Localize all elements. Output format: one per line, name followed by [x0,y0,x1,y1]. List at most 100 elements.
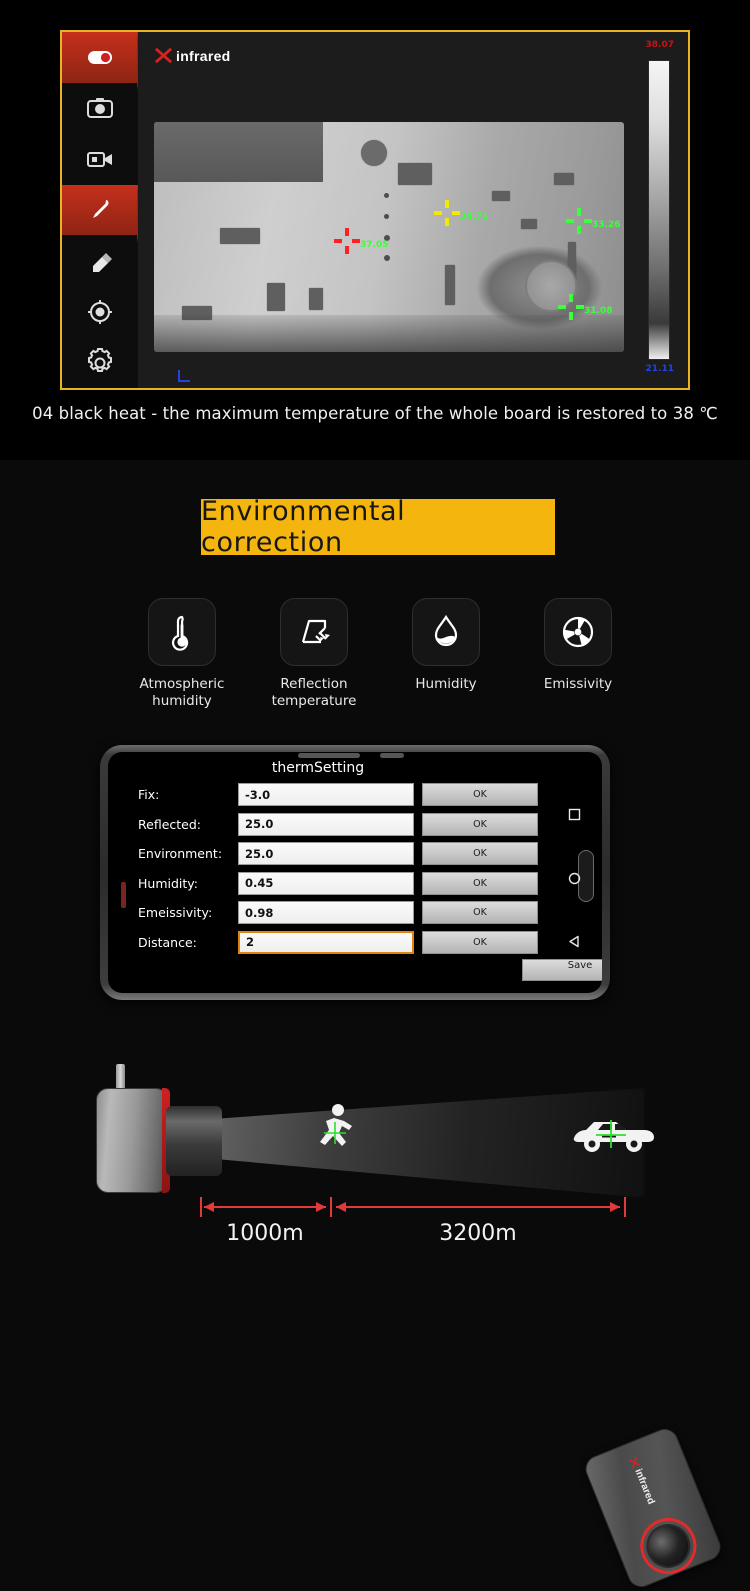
car-icon [568,1108,658,1158]
scale-max-value: 38.07 [645,40,674,50]
distance-arrow-1 [204,1202,326,1212]
fix-input[interactable]: -3.0 [238,783,414,807]
app-logo: infrared [154,46,231,65]
setting-label: Distance: [138,934,197,950]
environment-input[interactable]: 25.0 [238,842,414,866]
thermal-image-viewport[interactable]: infrared 37.05 34.71 33.26 31.08 38.07 2… [138,32,688,388]
feature-icon-box [148,598,216,666]
camera-module-logo-text: infrared [632,1467,657,1506]
sidebar-item-power-toggle[interactable] [62,32,142,90]
marker-value: 31.08 [584,306,613,316]
temperature-marker[interactable]: 37.05 [334,228,388,254]
temperature-marker[interactable]: 33.26 [566,208,620,234]
camera-module-body: infrared [581,1424,725,1591]
temperature-marker[interactable]: 34.71 [434,200,488,226]
distance-label-2: 3200m [439,1221,517,1246]
setting-label: Fix: [138,787,160,803]
feature-label: Humidity [415,676,476,693]
feature-label: Atmospheric humidity [140,676,225,710]
thermometer-icon [162,612,202,652]
thermal-caption: 04 black heat - the maximum temperature … [32,404,718,423]
feature-icon-box [412,598,480,666]
emissivity-input[interactable]: 0.98 [238,901,414,925]
feature-label: Emissivity [544,676,612,693]
feature-label-line1: Humidity [415,676,477,692]
feature-atmospheric-humidity[interactable]: Atmospheric humidity [120,598,244,718]
smartphone: thermSetting Fix: -3.0 OK Reflected: 25.… [100,745,610,1000]
thermometer-probe-icon [85,195,115,225]
feature-icon-box [544,598,612,666]
min-temp-corner-marker [178,370,190,382]
square-icon[interactable] [568,808,581,821]
temperature-scale-bar [648,60,670,360]
fix-ok-button[interactable]: OK [422,783,538,807]
setting-row-distance: Distance: 2 OK [138,928,538,958]
distance-arrow-2 [336,1202,620,1212]
camera-module-logo: infrared [627,1455,656,1506]
scale-min-value: 21.11 [645,364,674,374]
environment-ok-button[interactable]: OK [422,842,538,866]
save-button[interactable]: Save [522,959,602,981]
setting-label: Emeissivity: [138,905,213,921]
circle-icon[interactable] [568,872,581,885]
marker-value: 33.26 [592,220,621,230]
feature-humidity[interactable]: Humidity [384,598,508,718]
thermal-board-image [154,122,624,352]
phone-speaker [298,753,360,758]
setting-row-emissivity: Emeissivity: 0.98 OK [138,898,538,928]
phone-screen[interactable]: thermSetting Fix: -3.0 OK Reflected: 25.… [108,752,602,993]
target-palette-icon [85,297,115,327]
detection-distance-diagram: 1000m 3200m [0,1020,750,1275]
sidebar-item-settings[interactable] [62,337,138,388]
reflected-ok-button[interactable]: OK [422,812,538,836]
triangle-back-icon[interactable] [568,935,581,948]
water-drop-icon [426,612,466,652]
feature-reflection-temperature[interactable]: Reflection temperature [252,598,376,718]
sidebar-item-palette[interactable] [62,286,138,337]
marker-value: 37.05 [360,240,389,250]
marker-value: 34.71 [460,212,489,222]
dialog-title: thermSetting [271,760,365,776]
scale-tick-start [200,1197,202,1217]
running-person-icon [310,1100,364,1160]
settings-form: Fix: -3.0 OK Reflected: 25.0 OK Environm… [138,780,538,957]
emissivity-ok-button[interactable]: OK [422,901,538,925]
x-logo-icon [154,46,173,65]
reflected-input[interactable]: 25.0 [238,812,414,836]
sidebar-item-video[interactable] [62,134,138,185]
sidebar-item-erase[interactable] [62,235,138,286]
setting-row-reflected: Reflected: 25.0 OK [138,810,538,840]
phone-sensor [380,753,404,758]
distance-input[interactable]: 2 [238,930,414,954]
distance-label-1: 1000m [226,1221,304,1246]
feature-label-line2: humidity [152,692,212,709]
feature-label-line2: temperature [271,692,357,709]
app-logo-text: infrared [176,47,231,64]
thermal-camera-module: infrared [581,1424,725,1591]
temperature-marker[interactable]: 31.08 [558,294,612,320]
radiation-icon [558,612,598,652]
eraser-icon [85,246,115,276]
feature-label-line1: Reflection [280,676,348,692]
setting-row-humidity: Humidity: 0.45 OK [138,869,538,899]
feature-label-line1: Emissivity [543,676,613,692]
scale-tick-mid [330,1197,332,1217]
phone-demo-section: infrared thermSetting Fix: -3.0 OK Refle… [0,725,750,1591]
distance-scale: 1000m 3200m [0,1195,750,1275]
humidity-ok-button[interactable]: OK [422,871,538,895]
sidebar-item-photo[interactable] [62,83,138,134]
banner-title: Environmental correction [201,496,406,558]
sidebar-item-measure[interactable] [62,184,142,243]
thermal-screenshot-section: infrared 37.05 34.71 33.26 31.08 38.07 2… [0,0,750,460]
setting-row-environment: Environment: 25.0 OK [138,839,538,869]
distance-ok-button[interactable]: OK [422,930,538,954]
environmental-correction-banner: Environmental correction [201,496,555,558]
thermal-app-sidebar [62,32,142,388]
feature-emissivity[interactable]: Emissivity [516,598,640,718]
toggle-switch-icon [85,42,115,72]
humidity-input[interactable]: 0.45 [238,871,414,895]
camera-lens-barrel [166,1106,222,1176]
setting-label: Humidity: [138,875,198,891]
android-navigation-bar [552,808,596,948]
video-camera-icon [85,144,115,174]
